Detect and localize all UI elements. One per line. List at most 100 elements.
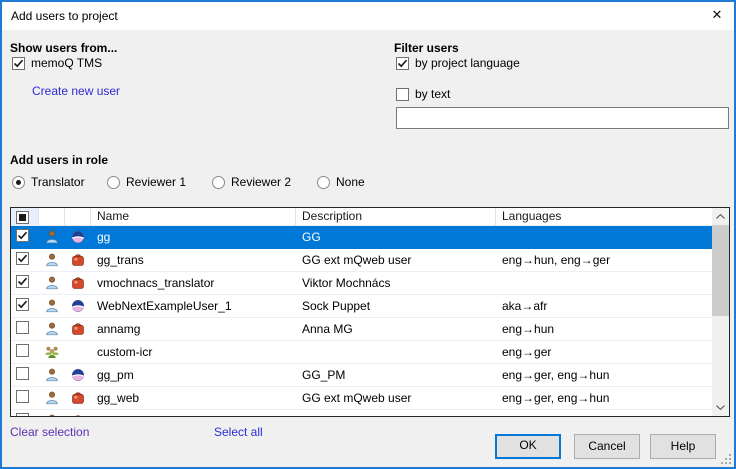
close-icon[interactable]: ✕: [700, 2, 734, 30]
filter-text-input[interactable]: [396, 107, 729, 129]
row-checkbox[interactable]: [16, 298, 29, 311]
by-project-language-checkbox-row[interactable]: by project language: [396, 56, 520, 70]
row-user-icon-cell: [39, 229, 65, 245]
ok-button[interactable]: OK: [495, 434, 561, 459]
user-icon: [44, 321, 60, 337]
user-description: Anna MG: [296, 322, 496, 336]
row-type-icon-cell: [65, 367, 91, 383]
help-button[interactable]: Help: [650, 434, 716, 459]
user-name: custom-icr: [91, 345, 296, 359]
role-option-translator[interactable]: Translator: [12, 175, 85, 189]
table-row[interactable]: gg_trans GG ext mQweb user eng→hun, eng→…: [11, 249, 712, 272]
row-checkbox-cell: [11, 275, 39, 291]
translator-label: Translator: [31, 175, 85, 189]
user-icon: [44, 229, 60, 245]
briefcase-icon: [70, 321, 86, 337]
by-text-checkbox-row[interactable]: by text: [396, 87, 450, 101]
table-row[interactable]: custom-icr eng→ger: [11, 341, 712, 364]
briefcase-icon: [70, 413, 86, 416]
row-type-icon-cell: [65, 321, 91, 337]
cancel-button[interactable]: Cancel: [574, 434, 640, 459]
user-icon: [44, 367, 60, 383]
row-checkbox[interactable]: [16, 252, 29, 265]
dialog-title: Add users to project: [11, 9, 118, 23]
briefcase-icon: [70, 275, 86, 291]
row-type-icon-cell: [65, 413, 91, 416]
reviewer2-radio[interactable]: [212, 176, 225, 189]
row-checkbox[interactable]: [16, 344, 29, 357]
add-users-in-role-label: Add users in role: [10, 153, 108, 167]
row-icon2: [70, 344, 86, 360]
table-row[interactable]: gg_pm GG_PM eng→ger, eng→hun: [11, 364, 712, 387]
user-name: vmochnacs_translator: [91, 276, 296, 290]
table-row[interactable]: annamg Anna MG eng→hun: [11, 318, 712, 341]
name-column-header[interactable]: Name: [91, 208, 296, 226]
row-type-icon-cell: [65, 229, 91, 245]
row-user-icon-cell: [39, 390, 65, 406]
select-all-header-cell[interactable]: [11, 208, 39, 226]
by-project-language-label: by project language: [415, 56, 520, 70]
none-radio[interactable]: [317, 176, 330, 189]
globe-icon: [70, 298, 86, 314]
by-project-language-checkbox[interactable]: [396, 57, 409, 70]
type-icon-column-header[interactable]: [65, 208, 91, 226]
resize-grip-icon[interactable]: [721, 454, 732, 465]
languages-column-header[interactable]: Languages: [496, 208, 712, 226]
scrollbar-thumb[interactable]: [712, 225, 729, 316]
table-row[interactable]: vmochnacs_translator Viktor Mochnács: [11, 272, 712, 295]
table-body: gg GG gg_trans GG ext mQweb user eng→hun…: [11, 226, 712, 416]
memoq-tms-checkbox[interactable]: [12, 57, 25, 70]
clear-selection-link[interactable]: Clear selection: [10, 425, 89, 439]
row-checkbox[interactable]: [16, 367, 29, 380]
select-all-link[interactable]: Select all: [214, 425, 263, 439]
row-checkbox-cell: [11, 390, 39, 406]
user-description: Viktor Mochnács: [296, 276, 496, 290]
user-languages: eng→ger, eng→hun: [496, 368, 712, 382]
table-row[interactable]: ggarai GG_admin eng→ger, eng→hun, eng→sp…: [11, 410, 712, 416]
role-option-reviewer2[interactable]: Reviewer 2: [212, 175, 291, 189]
create-new-user-link[interactable]: Create new user: [32, 84, 120, 98]
user-name: gg_trans: [91, 253, 296, 267]
role-option-none[interactable]: None: [317, 175, 365, 189]
select-all-checkbox[interactable]: [16, 211, 29, 224]
user-icon: [44, 252, 60, 268]
globe-icon: [70, 229, 86, 245]
row-type-icon-cell: [65, 390, 91, 406]
reviewer1-radio[interactable]: [107, 176, 120, 189]
scroll-down-icon[interactable]: [712, 399, 729, 416]
user-languages: eng→ger, eng→hun, eng→spa, eng→jpn: [496, 414, 712, 416]
table-row[interactable]: WebNextExampleUser_1 Sock Puppet aka→afr: [11, 295, 712, 318]
vertical-scrollbar[interactable]: [712, 208, 729, 416]
user-description: Sock Puppet: [296, 299, 496, 313]
none-label: None: [336, 175, 365, 189]
memoq-tms-checkbox-row[interactable]: memoQ TMS: [12, 56, 102, 70]
by-text-checkbox[interactable]: [396, 88, 409, 101]
row-checkbox-cell: [11, 367, 39, 383]
user-description: GG_admin: [296, 414, 496, 416]
description-column-header[interactable]: Description: [296, 208, 496, 226]
users-group-icon: [44, 344, 60, 360]
row-checkbox-cell: [11, 321, 39, 337]
translator-radio[interactable]: [12, 176, 25, 189]
scroll-up-icon[interactable]: [712, 208, 729, 225]
user-icon-column-header[interactable]: [39, 208, 65, 226]
user-icon: [44, 413, 60, 416]
briefcase-icon: [70, 252, 86, 268]
row-user-icon-cell: [39, 275, 65, 291]
row-checkbox[interactable]: [16, 390, 29, 403]
table-row[interactable]: gg_web GG ext mQweb user eng→ger, eng→hu…: [11, 387, 712, 410]
row-checkbox[interactable]: [16, 229, 29, 242]
row-checkbox[interactable]: [16, 275, 29, 288]
user-description: GG_PM: [296, 368, 496, 382]
row-user-icon-cell: [39, 298, 65, 314]
row-user-icon-cell: [39, 367, 65, 383]
row-checkbox-cell: [11, 252, 39, 268]
row-checkbox-cell: [11, 229, 39, 245]
table-row[interactable]: gg GG: [11, 226, 712, 249]
row-checkbox[interactable]: [16, 413, 29, 416]
user-languages: eng→hun, eng→ger: [496, 253, 712, 267]
reviewer2-label: Reviewer 2: [231, 175, 291, 189]
row-checkbox[interactable]: [16, 321, 29, 334]
user-description: GG ext mQweb user: [296, 253, 496, 267]
role-option-reviewer1[interactable]: Reviewer 1: [107, 175, 186, 189]
